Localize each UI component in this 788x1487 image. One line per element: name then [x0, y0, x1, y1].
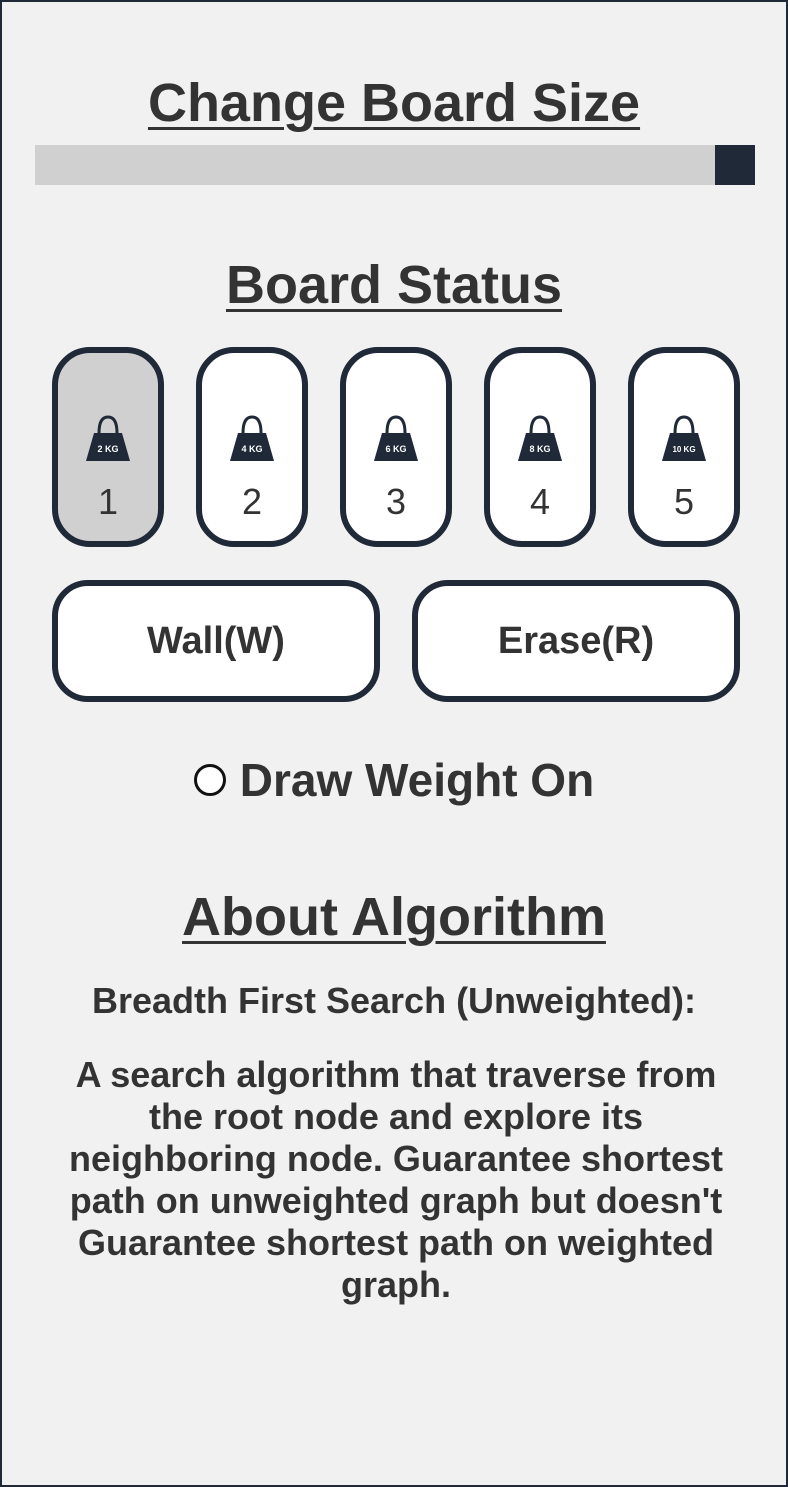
draw-weight-toggle[interactable]: Draw Weight On: [2, 752, 786, 808]
sidebar-panel: Change Board Size Board Status 2 KG 1 4 …: [0, 0, 788, 1487]
weight-badge-label: 10 KG: [672, 445, 695, 454]
weight-button-4[interactable]: 8 KG 4: [484, 347, 596, 547]
wall-button[interactable]: Wall(W): [52, 580, 380, 702]
weight-badge-label: 6 KG: [385, 444, 406, 454]
about-algorithm-title: About Algorithm: [182, 887, 606, 947]
weight-badge-label: 4 KG: [241, 444, 262, 454]
weight-badge-label: 8 KG: [529, 444, 550, 454]
radio-circle-icon[interactable]: [193, 763, 226, 796]
weight-number: 5: [673, 481, 695, 522]
kettlebell-weight-icon: 8 KG: [518, 415, 562, 461]
weight-button-2[interactable]: 4 KG 2: [196, 347, 308, 547]
weight-button-1[interactable]: 2 KG 1: [52, 347, 164, 547]
weight-number: 3: [385, 481, 407, 522]
kettlebell-weight-icon: 10 KG: [662, 415, 706, 461]
board-size-slider-thumb[interactable]: [715, 145, 755, 185]
board-status-title: Board Status: [225, 255, 563, 315]
erase-button[interactable]: Erase(R): [412, 580, 740, 702]
weight-number: 4: [529, 481, 551, 522]
weight-number: 2: [241, 481, 263, 522]
weight-button-5[interactable]: 10 KG 5: [628, 347, 740, 547]
kettlebell-weight-icon: 2 KG: [86, 415, 130, 461]
change-board-size-title: Change Board Size: [147, 73, 641, 133]
algorithm-name: Breadth First Search (Unweighted):: [91, 980, 697, 1021]
weight-number: 1: [97, 481, 119, 522]
board-size-slider[interactable]: [35, 145, 755, 185]
weight-button-3[interactable]: 6 KG 3: [340, 347, 452, 547]
draw-weight-label: Draw Weight On: [239, 754, 595, 806]
algorithm-description: A search algorithm that traverse from th…: [68, 1054, 724, 1305]
weight-badge-label: 2 KG: [97, 444, 118, 454]
kettlebell-weight-icon: 6 KG: [374, 415, 418, 461]
kettlebell-weight-icon: 4 KG: [230, 415, 274, 461]
weight-selector: 2 KG 1 4 KG 2 6 KG 3 8 KG 4 10 KG 5: [52, 347, 740, 547]
